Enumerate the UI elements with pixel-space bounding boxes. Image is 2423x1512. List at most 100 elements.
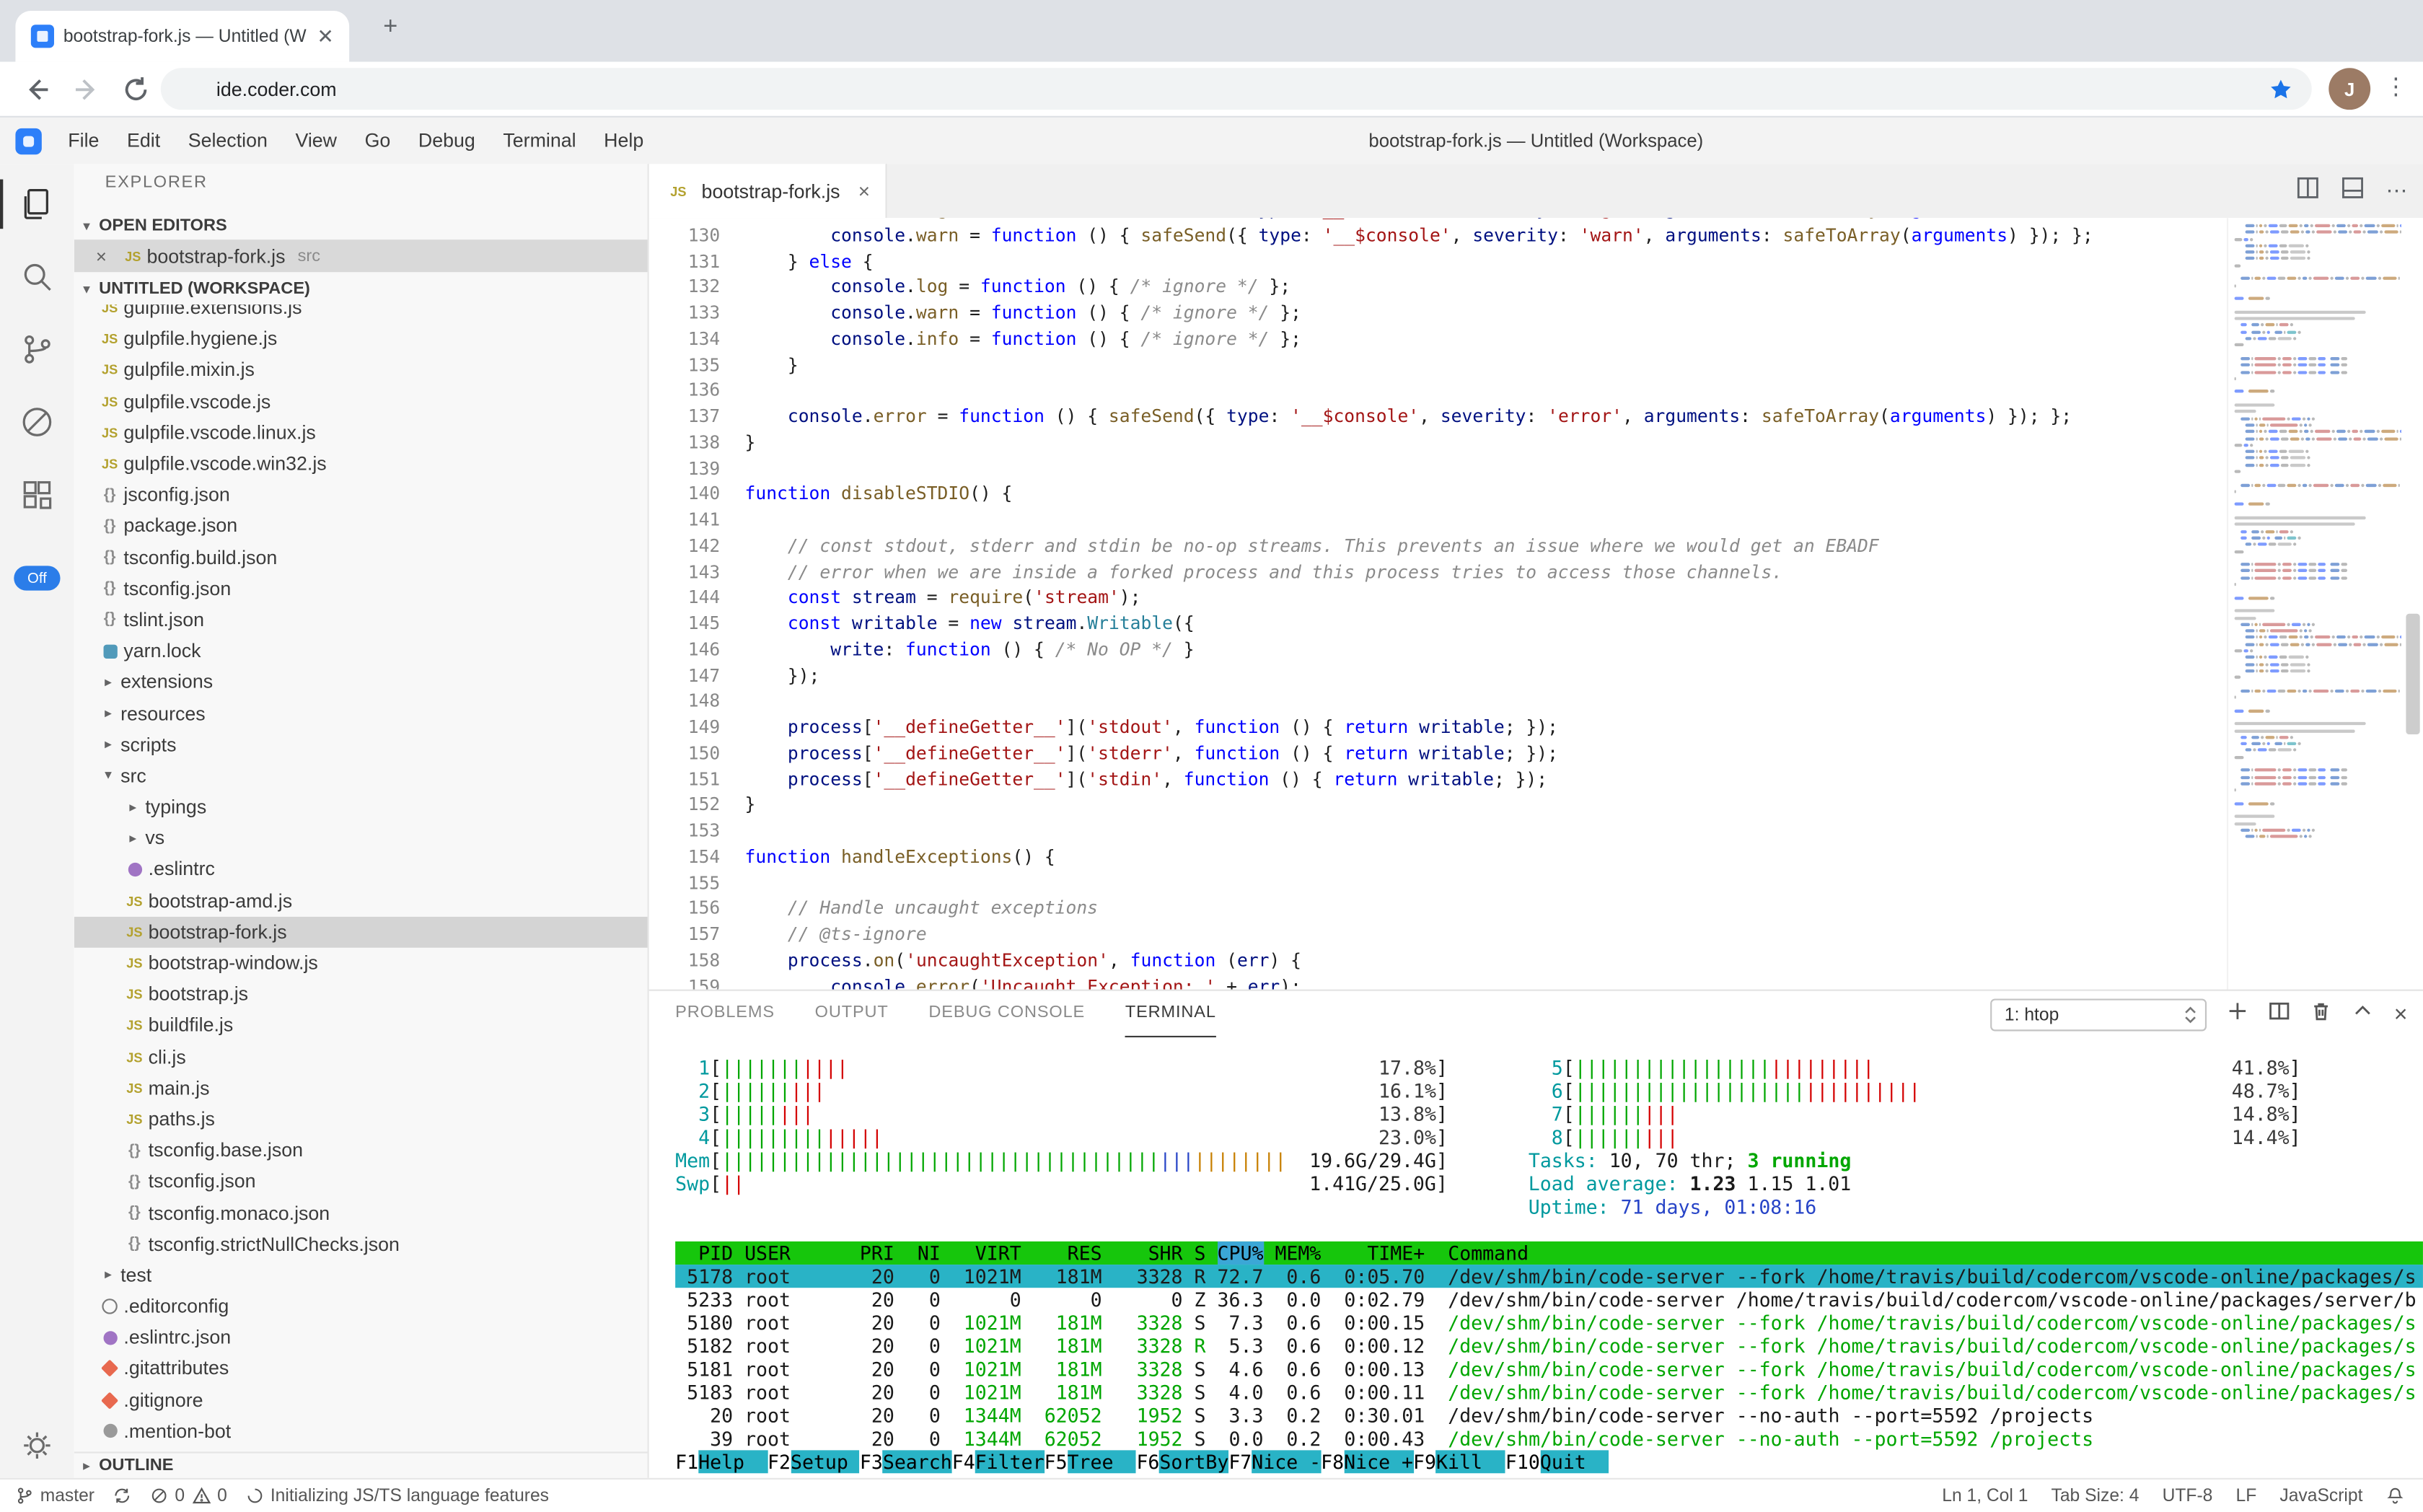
menu-go[interactable]: Go xyxy=(351,118,404,164)
file-tree-item[interactable]: JSbootstrap-fork.js xyxy=(74,916,648,947)
code-line[interactable]: 142 // const stdout, stderr and stdin be… xyxy=(649,533,2221,559)
file-tree-item[interactable]: JSmain.js xyxy=(74,1073,648,1104)
code-line[interactable]: 159 console.error('Uncaught Exception: '… xyxy=(649,973,2221,990)
split-terminal-icon[interactable] xyxy=(2269,1001,2290,1030)
menu-view[interactable]: View xyxy=(281,118,351,164)
htop-process-row[interactable]: 5183 root 20 0 1021M 181M 3328 S 4.0 0.6… xyxy=(675,1381,2423,1404)
code-line[interactable]: 153 xyxy=(649,818,2221,844)
explorer-icon[interactable] xyxy=(19,185,56,222)
file-tree-item[interactable]: {}jsconfig.json xyxy=(74,480,648,511)
file-tree-item[interactable]: {}tsconfig.strictNullChecks.json xyxy=(74,1228,648,1260)
reload-button[interactable] xyxy=(120,74,151,105)
htop-process-row[interactable]: 39 root 20 0 1344M 62052 1952 S 0.0 0.2 … xyxy=(675,1427,2423,1450)
menu-terminal[interactable]: Terminal xyxy=(489,118,590,164)
close-icon[interactable]: × xyxy=(96,245,119,267)
code-line[interactable]: 149 process['__defineGetter__']('stdout'… xyxy=(649,714,2221,740)
code-line[interactable]: 140function disableSTDIO() { xyxy=(649,481,2221,507)
menu-debug[interactable]: Debug xyxy=(405,118,489,164)
file-tree-item[interactable]: JSbootstrap-window.js xyxy=(74,948,648,979)
menu-selection[interactable]: Selection xyxy=(174,118,281,164)
tab-close-icon[interactable]: ✕ xyxy=(317,24,333,48)
code-line[interactable]: 135 } xyxy=(649,352,2221,378)
htop-process-row[interactable]: 5233 root 20 0 0 0 0 Z 36.3 0.0 0:02.79 … xyxy=(675,1288,2423,1311)
code-line[interactable]: 157 // @ts-ignore xyxy=(649,921,2221,947)
more-actions-icon[interactable]: ⋯ xyxy=(2386,177,2408,203)
sync-button[interactable] xyxy=(113,1486,132,1506)
eol[interactable]: LF xyxy=(2236,1487,2257,1506)
htop-process-row[interactable]: 5180 root 20 0 1021M 181M 3328 S 7.3 0.6… xyxy=(675,1311,2423,1334)
back-button[interactable] xyxy=(22,74,53,105)
panel-tab-output[interactable]: OUTPUT xyxy=(815,991,889,1037)
menu-help[interactable]: Help xyxy=(590,118,658,164)
source-control-icon[interactable] xyxy=(19,331,56,368)
file-tree-item[interactable]: JSgulpfile.extensions.js xyxy=(74,304,648,323)
search-icon[interactable] xyxy=(19,258,56,295)
status-message[interactable]: Initializing JS/TS language features xyxy=(246,1486,549,1506)
code-line[interactable]: 147 }); xyxy=(649,662,2221,688)
bookmark-star-icon[interactable] xyxy=(2269,76,2293,101)
problems-indicator[interactable]: 0 0 xyxy=(150,1486,227,1506)
file-tree-item[interactable]: JSbootstrap.js xyxy=(74,979,648,1010)
file-tree-item[interactable]: ▸scripts xyxy=(74,729,648,760)
maximize-panel-icon[interactable] xyxy=(2352,1001,2374,1030)
code-line[interactable]: 155 xyxy=(649,869,2221,895)
off-badge[interactable]: Off xyxy=(14,566,60,590)
file-tree-item[interactable]: {}tsconfig.build.json xyxy=(74,542,648,573)
menu-file[interactable]: File xyxy=(54,118,113,164)
code-line[interactable]: 134 console.info = function () { /* igno… xyxy=(649,326,2221,352)
file-tree-item[interactable]: JSbuildfile.js xyxy=(74,1010,648,1041)
file-tree-item[interactable]: JSgulpfile.mixin.js xyxy=(74,355,648,386)
code-line[interactable]: 133 console.warn = function () { /* igno… xyxy=(649,300,2221,326)
file-tree-item[interactable]: JScli.js xyxy=(74,1041,648,1072)
branch-indicator[interactable]: master xyxy=(15,1486,94,1506)
settings-gear-icon[interactable] xyxy=(19,1427,56,1464)
file-tree-item[interactable]: ▸extensions xyxy=(74,667,648,698)
code-line[interactable]: 137 console.error = function () { safeSe… xyxy=(649,403,2221,429)
code-line[interactable]: 145 const writable = new stream.Writable… xyxy=(649,611,2221,637)
file-tree-item[interactable]: {}tsconfig.base.json xyxy=(74,1135,648,1166)
code-line[interactable]: 131 } else { xyxy=(649,248,2221,274)
code-line[interactable]: 146 write: function () { /* No OP */ } xyxy=(649,636,2221,662)
code-line[interactable]: 136 xyxy=(649,377,2221,403)
panel-tab-debug-console[interactable]: DEBUG CONSOLE xyxy=(928,991,1085,1037)
terminal[interactable]: 1[||||||||||| 17.8%] 5[|||||||||||||||||… xyxy=(675,1056,2423,1472)
code-line[interactable]: 141 xyxy=(649,507,2221,533)
close-icon[interactable]: × xyxy=(858,180,870,203)
file-tree-item[interactable]: {}tsconfig.json xyxy=(74,1166,648,1197)
cursor-position[interactable]: Ln 1, Col 1 xyxy=(1942,1487,2028,1506)
layout-icon[interactable] xyxy=(2341,175,2364,206)
file-tree-item[interactable]: {}tsconfig.json xyxy=(74,573,648,604)
split-editor-icon[interactable] xyxy=(2296,175,2319,206)
code-line[interactable]: 130 console.warn = function () { safeSen… xyxy=(649,222,2221,248)
menu-edit[interactable]: Edit xyxy=(113,118,175,164)
file-tree-item[interactable]: ▸typings xyxy=(74,791,648,822)
file-tree-item[interactable]: JSbootstrap-amd.js xyxy=(74,885,648,916)
close-panel-icon[interactable]: × xyxy=(2394,1003,2408,1027)
panel-tab-problems[interactable]: PROBLEMS xyxy=(675,991,775,1037)
file-tree-item[interactable]: .editorconfig xyxy=(74,1291,648,1322)
code-line[interactable]: 132 console.log = function () { /* ignor… xyxy=(649,274,2221,300)
code-line[interactable]: 143 // error when we are inside a forked… xyxy=(649,559,2221,585)
file-tree-item[interactable]: JSgulpfile.vscode.js xyxy=(74,386,648,417)
htop-process-row[interactable]: 5181 root 20 0 1021M 181M 3328 S 4.6 0.6… xyxy=(675,1358,2423,1381)
file-tree-item[interactable]: ▾src xyxy=(74,760,648,791)
file-tree-item[interactable]: .eslintrc xyxy=(74,854,648,885)
language-mode[interactable]: JavaScript xyxy=(2279,1487,2362,1506)
file-tree-item[interactable]: {}tsconfig.monaco.json xyxy=(74,1197,648,1228)
editor-scrollbar[interactable] xyxy=(2406,614,2419,734)
forward-button[interactable] xyxy=(71,74,102,105)
htop-process-row[interactable]: 20 root 20 0 1344M 62052 1952 S 3.3 0.2 … xyxy=(675,1404,2423,1427)
browser-tab[interactable]: bootstrap-fork.js — Untitled (W ✕ xyxy=(15,11,349,62)
panel-tab-terminal[interactable]: TERMINAL xyxy=(1125,991,1216,1037)
file-tree-item[interactable]: yarn.lock xyxy=(74,636,648,667)
file-tree-item[interactable]: ▸resources xyxy=(74,698,648,729)
bell-icon[interactable] xyxy=(2386,1486,2405,1506)
debug-disabled-icon[interactable] xyxy=(19,403,56,440)
file-tree-item[interactable]: ▸test xyxy=(74,1260,648,1291)
code-editor[interactable]: 129 console.log = function () { safeSend… xyxy=(649,218,2423,989)
file-tree-item[interactable]: JSpaths.js xyxy=(74,1104,648,1135)
code-line[interactable]: 151 process['__defineGetter__']('stdin',… xyxy=(649,766,2221,792)
code-line[interactable]: 150 process['__defineGetter__']('stderr'… xyxy=(649,740,2221,766)
new-terminal-icon[interactable] xyxy=(2227,1001,2248,1030)
code-line[interactable]: 138} xyxy=(649,429,2221,455)
